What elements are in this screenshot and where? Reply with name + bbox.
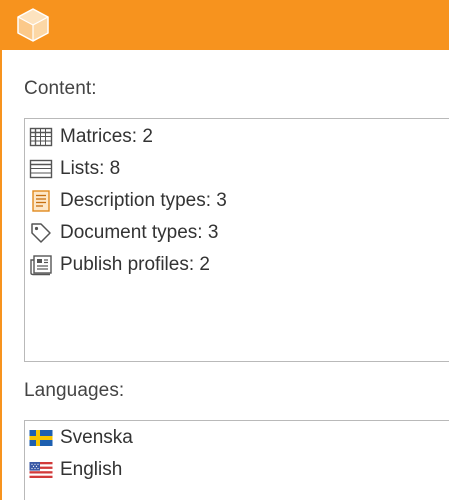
content-item-matrices[interactable]: Matrices: 2	[29, 122, 153, 152]
content-item-lists[interactable]: Lists: 8	[29, 154, 120, 184]
tag-icon	[29, 221, 53, 245]
language-item-label: Svenska	[60, 427, 133, 448]
us-flag-icon	[29, 458, 53, 482]
publish-profile-icon	[29, 253, 53, 277]
content-item-publish-profiles[interactable]: Publish profiles: 2	[29, 250, 210, 280]
languages-section-label: Languages:	[24, 380, 125, 401]
content-item-description-types[interactable]: Description types: 3	[29, 186, 227, 216]
content-item-label: Publish profiles: 2	[60, 254, 210, 275]
language-item-english[interactable]: English	[29, 455, 122, 485]
content-list: Matrices: 2 Lists: 8 Description types: …	[24, 118, 449, 362]
content-item-label: Matrices: 2	[60, 126, 153, 147]
content-section-label: Content:	[24, 78, 97, 99]
app-frame: Content: Matrices: 2 Lists: 8 Descriptio…	[0, 0, 449, 500]
description-type-icon	[29, 189, 53, 213]
app-header	[0, 0, 449, 50]
language-item-svenska[interactable]: Svenska	[29, 423, 133, 453]
matrix-grid-icon	[29, 125, 53, 149]
content-item-label: Description types: 3	[60, 190, 227, 211]
swedish-flag-icon	[29, 426, 53, 450]
content-item-document-types[interactable]: Document types: 3	[29, 218, 218, 248]
list-icon	[29, 157, 53, 181]
cube-logo-icon[interactable]	[15, 7, 51, 43]
content-item-label: Document types: 3	[60, 222, 219, 243]
languages-list: Svenska English	[24, 420, 449, 500]
language-item-label: English	[60, 459, 123, 480]
content-item-label: Lists: 8	[60, 158, 121, 179]
